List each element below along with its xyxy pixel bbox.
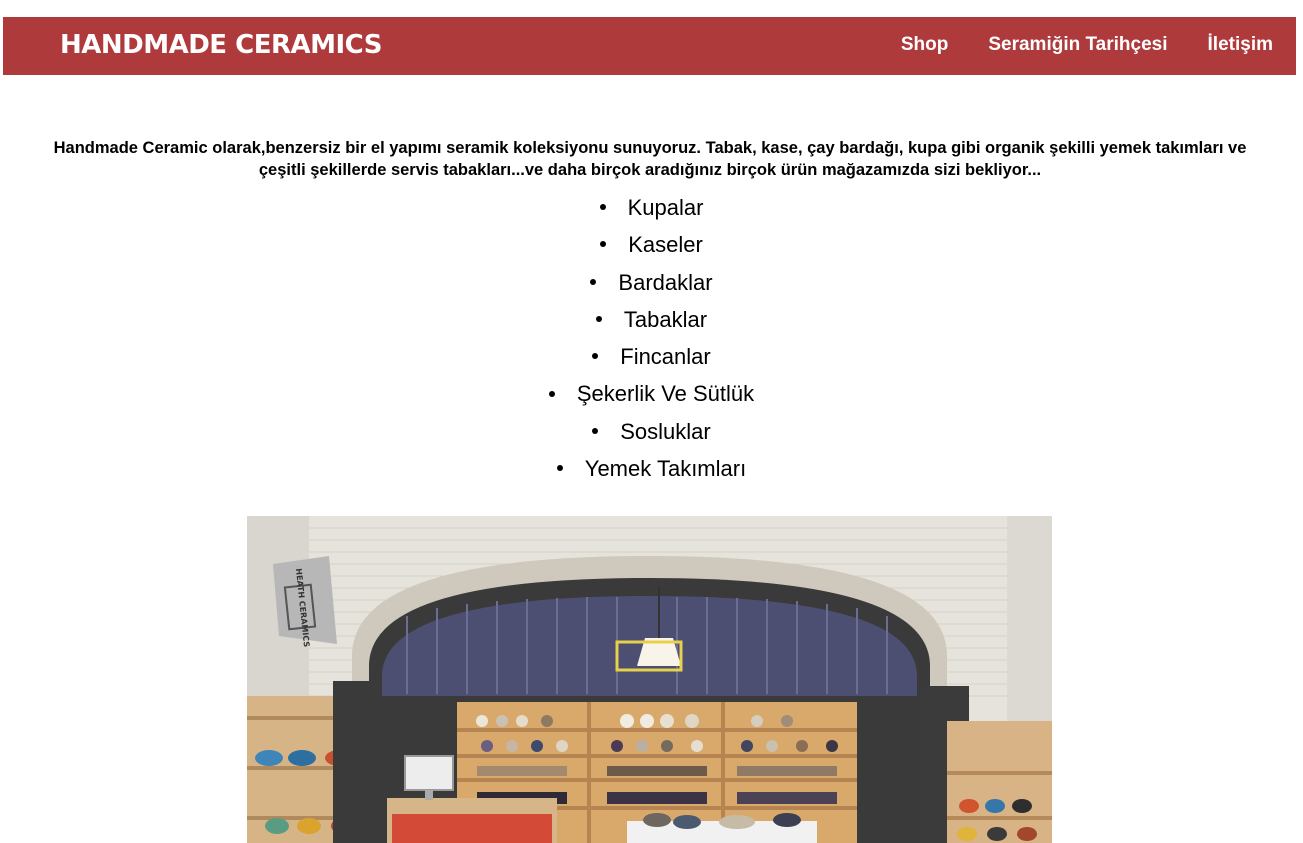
- bullet-icon: [548, 390, 555, 397]
- category-label: Sosluklar: [620, 418, 711, 444]
- list-item: Yemek Takımları: [0, 450, 1303, 487]
- bullet-icon: [592, 427, 599, 434]
- nav-link-contact[interactable]: İletişim: [1208, 33, 1273, 57]
- bullet-icon: [599, 204, 606, 211]
- category-label: Kupalar: [627, 195, 704, 220]
- intro-paragraph: Handmade Ceramic olarak,benzersiz bir el…: [53, 138, 1247, 179]
- store-illustration: HEATH CERAMICS: [247, 516, 1052, 843]
- list-item: Tabaklar: [0, 301, 1303, 338]
- category-label: Kaseler: [628, 232, 703, 258]
- category-list: Kupalar Kaseler Bardaklar Tabaklar Finca…: [0, 189, 1303, 487]
- list-item: Sosluklar: [0, 413, 1303, 450]
- store-photo: HEATH CERAMICS: [247, 516, 1052, 843]
- category-label: Fincanlar: [620, 344, 711, 370]
- category-label: Bardaklar: [618, 269, 713, 295]
- bullet-icon: [600, 241, 607, 248]
- bullet-icon: [556, 465, 563, 472]
- brand-logo[interactable]: HANDMADE CERAMICS: [60, 29, 382, 61]
- category-label: Tabaklar: [623, 306, 708, 332]
- nav-link-history[interactable]: Seramiğin Tarihçesi: [988, 33, 1167, 57]
- list-item: Fincanlar: [0, 338, 1303, 375]
- list-item: Bardaklar: [0, 264, 1303, 301]
- category-label: Yemek Takımları: [584, 456, 747, 482]
- bullet-icon: [592, 353, 599, 360]
- list-item: Kupalar: [0, 189, 1303, 226]
- bullet-icon: [595, 316, 602, 323]
- bullet-icon: [590, 278, 597, 285]
- nav-link-shop[interactable]: Shop: [901, 33, 949, 57]
- list-item: Kaseler: [0, 226, 1303, 263]
- list-item: Şekerlik Ve Sütlük: [0, 375, 1303, 412]
- category-label: Şekerlik Ve Sütlük: [576, 381, 755, 407]
- top-navbar: HANDMADE CERAMICS Shop Seramiğin Tarihçe…: [3, 17, 1296, 75]
- nav-links: Shop Seramiğin Tarihçesi İletişim: [901, 33, 1273, 57]
